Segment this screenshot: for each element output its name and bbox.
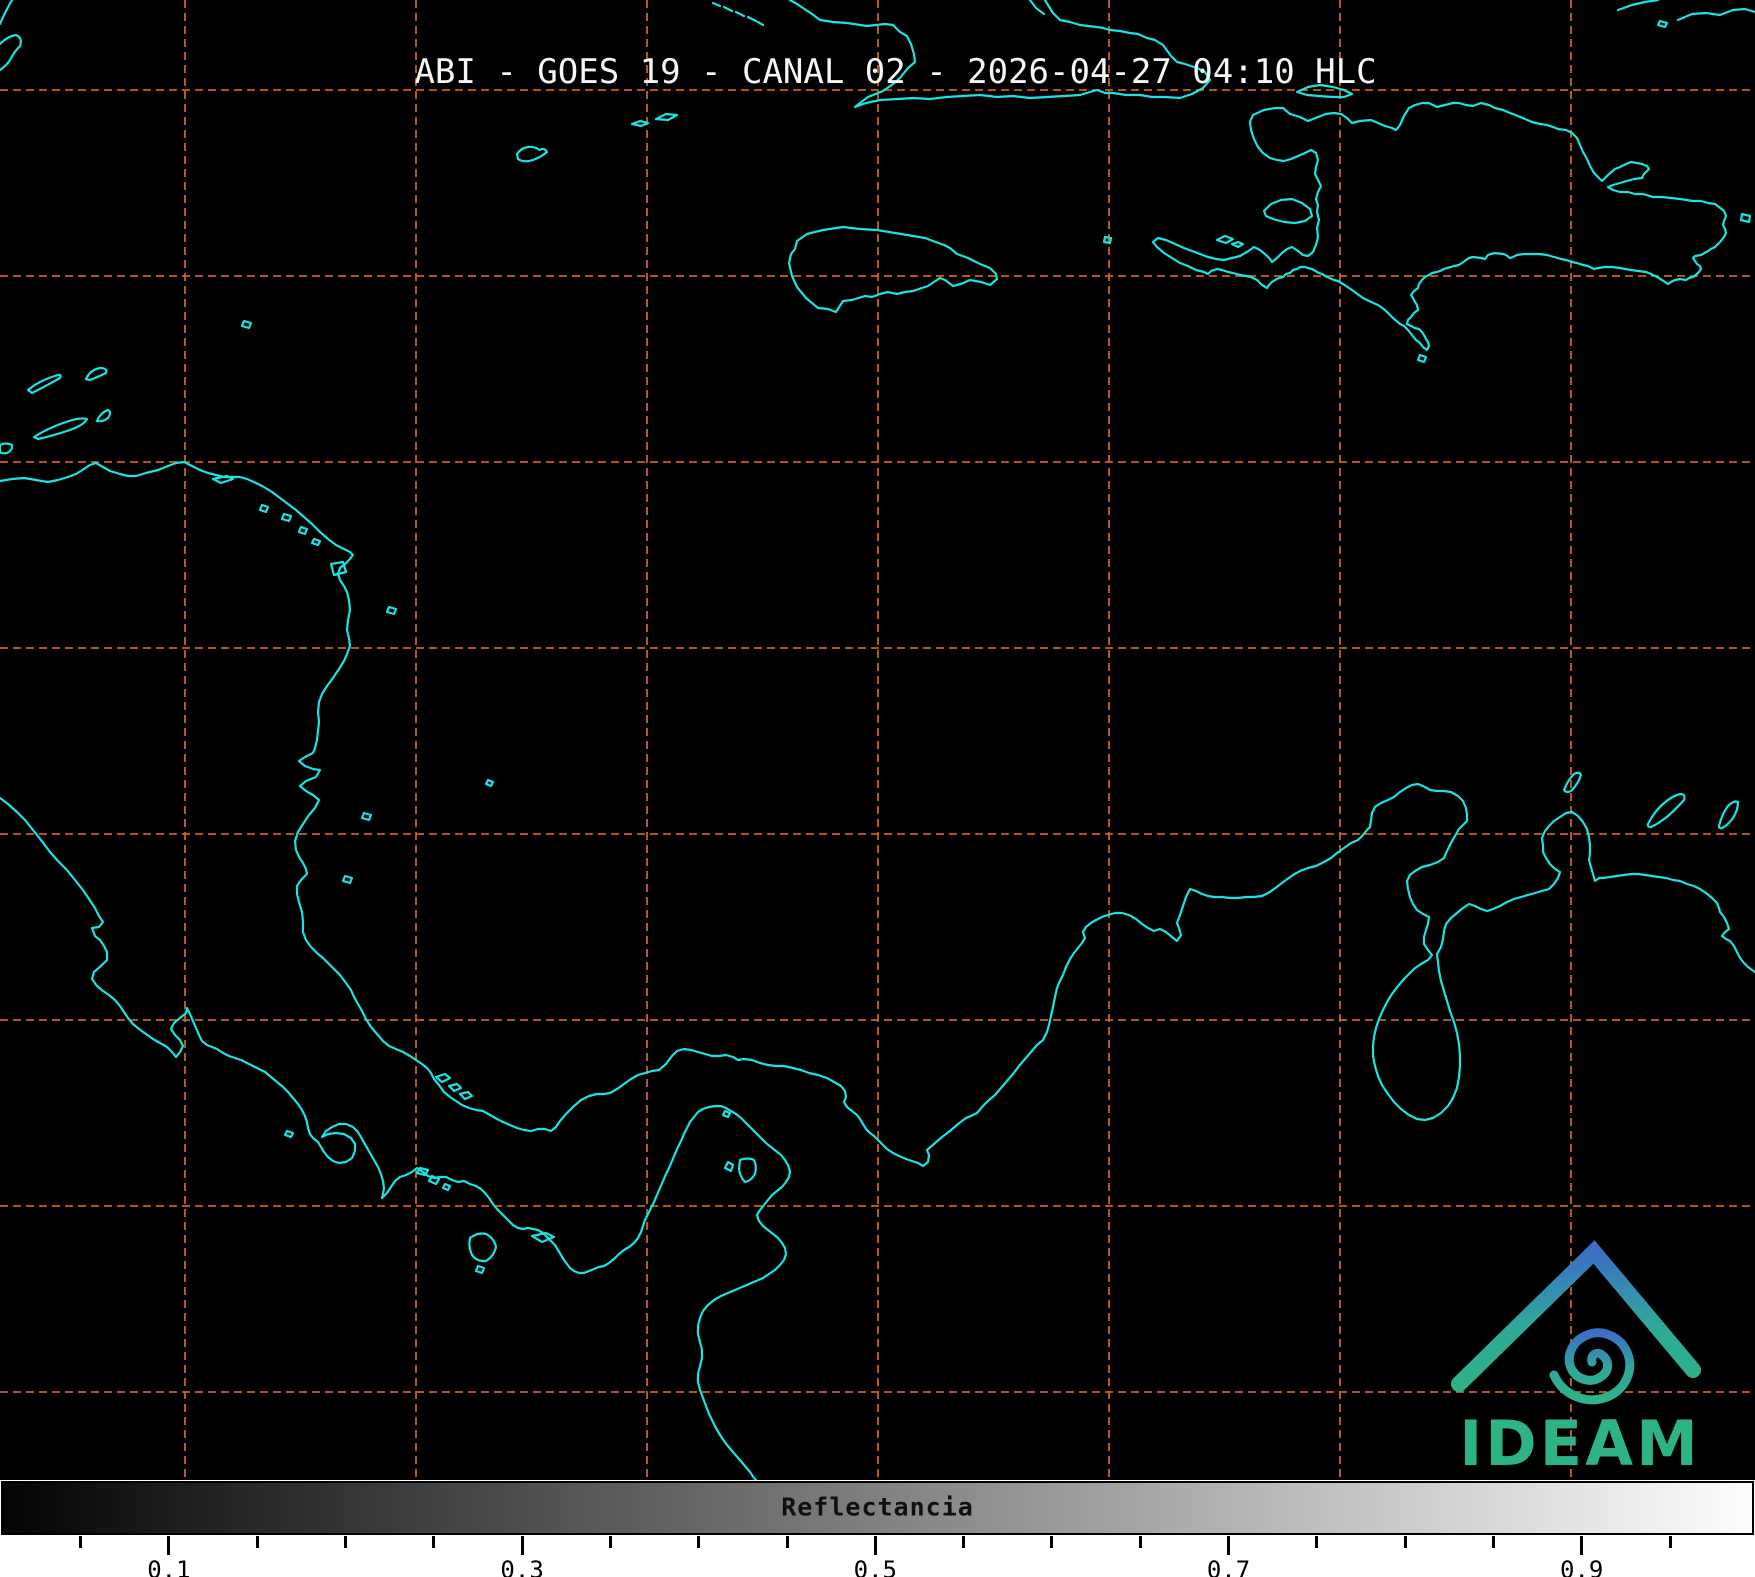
colorbar-minor-tick [255, 1536, 259, 1548]
colorbar-minor-tick [1315, 1536, 1319, 1548]
colorbar-tick-label: 0.5 [853, 1556, 897, 1577]
colorbar-minor-tick [785, 1536, 789, 1548]
colorbar-tick-label: 0.1 [147, 1556, 191, 1577]
colorbar-area: Reflectancia 0.1 0.3 0.5 0.7 0.9 [0, 1480, 1755, 1577]
colorbar-major-tick [520, 1536, 524, 1555]
colorbar-minor-tick [608, 1536, 612, 1548]
colorbar-tick-label: 0.3 [500, 1556, 544, 1577]
colorbar-major-tick [1227, 1536, 1230, 1555]
colorbar-minor-tick [79, 1536, 83, 1548]
satellite-map: ABI - GOES 19 - CANAL 02 - 2026-04-27 04… [0, 0, 1755, 1480]
colorbar-gradient: Reflectancia [1, 1481, 1754, 1535]
ideam-logo: IDEAM [1430, 1230, 1730, 1480]
colorbar-tick-label: 0.9 [1560, 1556, 1604, 1577]
colorbar-major-tick [167, 1536, 171, 1555]
colorbar-minor-tick [1138, 1536, 1142, 1548]
colorbar-minor-tick [1403, 1536, 1407, 1548]
colorbar-minor-tick [344, 1536, 347, 1548]
image-title: ABI - GOES 19 - CANAL 02 - 2026-04-27 04… [414, 52, 1377, 92]
colorbar-minor-tick [1050, 1536, 1054, 1548]
colorbar-major-tick [1580, 1536, 1584, 1555]
colorbar-axis: 0.1 0.3 0.5 0.7 0.9 [0, 1534, 1755, 1577]
colorbar-label: Reflectancia [781, 1492, 974, 1522]
colorbar-minor-tick [1668, 1536, 1672, 1548]
colorbar-minor-tick [962, 1536, 966, 1548]
satellite-image-viewer: ABI - GOES 19 - CANAL 02 - 2026-04-27 04… [0, 0, 1755, 1577]
ideam-logo-text: IDEAM [1459, 1407, 1701, 1480]
colorbar-major-tick [873, 1536, 877, 1555]
colorbar-tick-label: 0.7 [1206, 1556, 1251, 1577]
colorbar-minor-tick [432, 1536, 436, 1548]
colorbar-minor-tick [1491, 1536, 1495, 1548]
colorbar-minor-tick [697, 1536, 701, 1548]
